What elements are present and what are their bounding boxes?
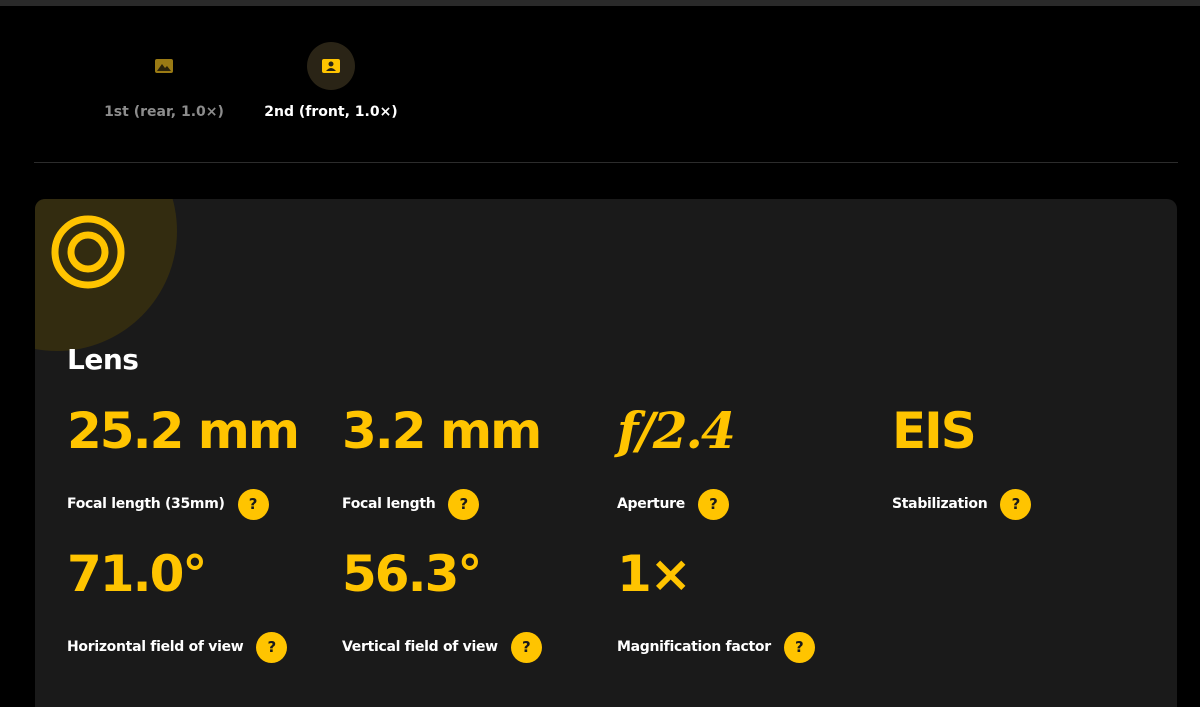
- spec-horizontal-fov: 71.0° Horizontal field of view ?: [67, 545, 288, 663]
- spec-value: 25.2 mm: [67, 402, 300, 460]
- help-question-icon[interactable]: ?: [783, 631, 815, 663]
- spec-value: 56.3°: [342, 545, 482, 603]
- spec-value: 3.2 mm: [342, 402, 542, 460]
- spec-value: f/2.4: [617, 401, 736, 460]
- spec-magnification: 1× Magnification factor ?: [617, 549, 815, 663]
- top-strip: [0, 0, 1200, 6]
- lens-card: Lens 25.2 mm Focal length (35mm) ? 3.2 m…: [35, 199, 1177, 707]
- spec-vertical-fov: 56.3° Vertical field of view ?: [342, 549, 542, 663]
- spec-value: 71.0°: [67, 545, 207, 603]
- tab-rear-camera-label: 1st (rear, 1.0×): [104, 104, 224, 120]
- spec-label: Aperture: [617, 496, 685, 512]
- tab-front-camera[interactable]: 2nd (front, 1.0×): [256, 42, 406, 120]
- lens-icon: [49, 213, 127, 291]
- spec-aperture: f/2.4 Aperture ?: [617, 401, 736, 520]
- section-divider: [34, 162, 1178, 163]
- help-question-icon[interactable]: ?: [256, 631, 288, 663]
- help-question-icon[interactable]: ?: [448, 488, 480, 520]
- spec-label: Vertical field of view: [342, 639, 498, 655]
- landscape-photo-icon: [140, 42, 188, 90]
- tab-rear-camera[interactable]: 1st (rear, 1.0×): [89, 42, 239, 120]
- spec-value: EIS: [892, 402, 977, 460]
- spec-label: Magnification factor: [617, 639, 771, 655]
- help-question-icon[interactable]: ?: [510, 631, 542, 663]
- portrait-photo-icon: [307, 42, 355, 90]
- spec-label: Stabilization: [892, 496, 988, 512]
- spec-stabilization: EIS Stabilization ?: [892, 402, 1032, 520]
- spec-focal-length-35mm: 25.2 mm Focal length (35mm) ?: [67, 402, 300, 520]
- tab-front-camera-label: 2nd (front, 1.0×): [264, 104, 398, 120]
- help-question-icon[interactable]: ?: [237, 488, 269, 520]
- help-question-icon[interactable]: ?: [697, 488, 729, 520]
- spec-label: Horizontal field of view: [67, 639, 244, 655]
- spec-label: Focal length (35mm): [67, 496, 225, 512]
- spec-focal-length: 3.2 mm Focal length ?: [342, 402, 542, 520]
- spec-label: Focal length: [342, 496, 436, 512]
- help-question-icon[interactable]: ?: [1000, 488, 1032, 520]
- lens-title: Lens: [67, 343, 139, 376]
- spec-value: 1×: [617, 545, 692, 603]
